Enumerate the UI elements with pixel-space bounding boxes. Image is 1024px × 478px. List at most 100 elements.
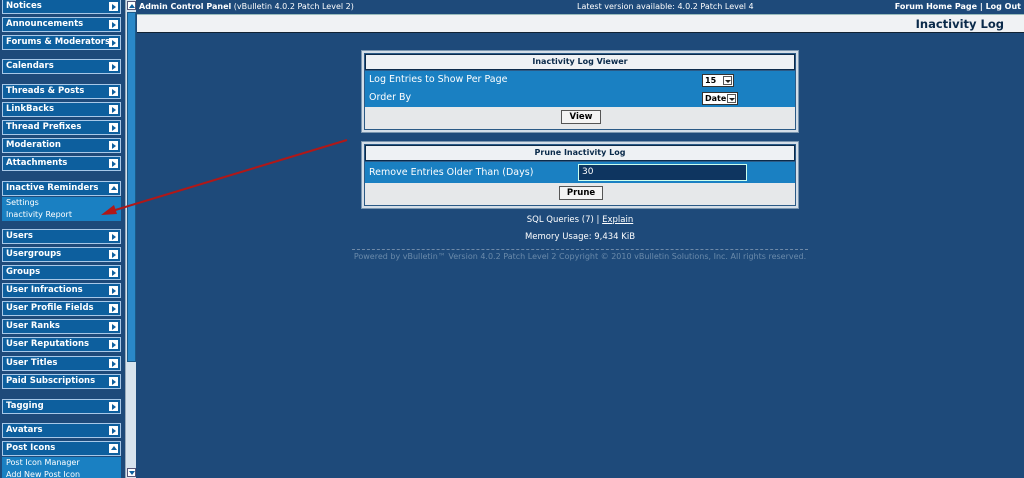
nav-group-label: Announcements xyxy=(6,19,84,29)
nav-group-label: User Reputations xyxy=(6,339,90,349)
nav-group-tagging[interactable]: Tagging xyxy=(2,399,121,414)
chevron-down-icon[interactable] xyxy=(727,94,736,103)
nav-group-label: Tagging xyxy=(6,401,44,411)
link-separator: | xyxy=(979,2,983,11)
expand-icon[interactable] xyxy=(109,402,118,411)
scrollbar-thumb[interactable] xyxy=(127,12,136,362)
nav-group-thread-prefixes[interactable]: Thread Prefixes xyxy=(2,120,121,135)
viewer-panel: Inactivity Log Viewer Log Entries to Sho… xyxy=(361,50,799,133)
nav-group-label: Inactive Reminders xyxy=(6,183,99,193)
nav-group-paid-subscriptions[interactable]: Paid Subscriptions xyxy=(2,374,121,389)
expand-icon[interactable] xyxy=(109,141,118,150)
nav-group-usergroups[interactable]: Usergroups xyxy=(2,247,121,262)
nav-group-label: User Profile Fields xyxy=(6,303,94,313)
nav-group-label: Paid Subscriptions xyxy=(6,376,96,386)
top-bar: Admin Control Panel (vBulletin 4.0.2 Pat… xyxy=(137,0,1024,13)
nav-group-inactive-reminders[interactable]: Inactive Reminders xyxy=(2,181,121,196)
view-button[interactable]: View xyxy=(561,110,601,124)
prune-panel: Prune Inactivity Log Remove Entries Olde… xyxy=(361,141,799,209)
order-select[interactable]: Date xyxy=(702,92,738,105)
scroll-down-icon[interactable] xyxy=(127,468,136,477)
entries-select[interactable]: 15 xyxy=(702,74,734,87)
nav-group-label: Usergroups xyxy=(6,249,62,259)
expand-icon[interactable] xyxy=(109,359,118,368)
days-input[interactable]: 30 xyxy=(578,164,747,181)
nav-group-user-reputations[interactable]: User Reputations xyxy=(2,337,121,352)
nav-group-moderation[interactable]: Moderation xyxy=(2,138,121,153)
nav-group-avatars[interactable]: Avatars xyxy=(2,423,121,438)
expand-icon[interactable] xyxy=(109,62,118,71)
expand-icon[interactable] xyxy=(109,105,118,114)
expand-icon[interactable] xyxy=(109,286,118,295)
logout-link[interactable]: Log Out xyxy=(986,2,1021,11)
expand-icon[interactable] xyxy=(109,322,118,331)
nav-group-announcements[interactable]: Announcements xyxy=(2,17,121,32)
nav-group-user-titles[interactable]: User Titles xyxy=(2,356,121,371)
nav-group-label: Moderation xyxy=(6,140,61,150)
nav-group-label: Attachments xyxy=(6,158,68,168)
page-title: Inactivity Log xyxy=(915,17,1004,31)
nav-group-label: Post Icons xyxy=(6,443,56,453)
nav-item-post-icon-manager[interactable]: Post Icon Manager xyxy=(2,457,121,469)
viewer-panel-title: Inactivity Log Viewer xyxy=(365,54,795,70)
expand-icon[interactable] xyxy=(109,87,118,96)
nav-group-groups[interactable]: Groups xyxy=(2,265,121,280)
nav-group-label: Groups xyxy=(6,267,41,277)
nav-group-forums-moderators[interactable]: Forums & Moderators xyxy=(2,35,121,50)
sql-queries-line: SQL Queries (7) | Explain xyxy=(362,215,798,225)
nav-group-label: User Ranks xyxy=(6,321,60,331)
collapse-icon[interactable] xyxy=(109,444,118,453)
copyright-notice: Powered by vBulletin™ Version 4.0.2 Patc… xyxy=(352,249,808,261)
older-label: Remove Entries Older Than (Days) xyxy=(369,167,534,178)
sql-queries: SQL Queries (7) xyxy=(526,215,594,225)
footer-separator: | xyxy=(596,215,600,225)
expand-icon[interactable] xyxy=(109,159,118,168)
expand-icon[interactable] xyxy=(109,304,118,313)
collapse-icon[interactable] xyxy=(109,184,118,193)
nav-item-settings[interactable]: Settings xyxy=(2,197,121,209)
forum-home-link[interactable]: Forum Home Page xyxy=(895,2,977,11)
nav-group-linkbacks[interactable]: LinkBacks xyxy=(2,102,121,117)
nav-group-label: Thread Prefixes xyxy=(6,122,82,132)
expand-icon[interactable] xyxy=(109,426,118,435)
expand-icon[interactable] xyxy=(109,2,118,11)
chevron-down-icon[interactable] xyxy=(723,76,732,85)
prune-panel-title: Prune Inactivity Log xyxy=(365,145,795,161)
older-row: Remove Entries Older Than (Days) 30 xyxy=(365,162,795,183)
nav-group-user-profile-fields[interactable]: User Profile Fields xyxy=(2,301,121,316)
nav-group-label: LinkBacks xyxy=(6,104,54,114)
expand-icon[interactable] xyxy=(109,232,118,241)
prune-panel-footer: Prune xyxy=(365,183,795,205)
expand-icon[interactable] xyxy=(109,38,118,47)
explain-link[interactable]: Explain xyxy=(602,215,633,225)
header-links: Forum Home Page | Log Out xyxy=(895,0,1021,13)
nav-group-threads-posts[interactable]: Threads & Posts xyxy=(2,84,121,99)
prune-button[interactable]: Prune xyxy=(559,186,603,200)
nav-group-label: Avatars xyxy=(6,425,43,435)
nav-group-users[interactable]: Users xyxy=(2,229,121,244)
expand-icon[interactable] xyxy=(109,123,118,132)
nav-group-user-ranks[interactable]: User Ranks xyxy=(2,319,121,334)
expand-icon[interactable] xyxy=(109,20,118,29)
nav-item-inactivity-report[interactable]: Inactivity Report xyxy=(2,209,121,221)
nav-group-user-infractions[interactable]: User Infractions xyxy=(2,283,121,298)
nav-group-calendars[interactable]: Calendars xyxy=(2,59,121,74)
expand-icon[interactable] xyxy=(109,250,118,259)
sidebar-scrollbar[interactable] xyxy=(125,0,136,478)
nav-group-label: User Infractions xyxy=(6,285,83,295)
memory-usage: Memory Usage: 9,434 KiB xyxy=(524,232,636,242)
viewer-panel-footer: View xyxy=(365,107,795,129)
expand-icon[interactable] xyxy=(109,340,118,349)
nav-group-label: Forums & Moderators xyxy=(6,37,111,47)
nav-group-label: Threads & Posts xyxy=(6,86,85,96)
nav-group-attachments[interactable]: Attachments xyxy=(2,156,121,171)
nav-group-post-icons[interactable]: Post Icons xyxy=(2,441,121,456)
nav-item-add-new-post-icon[interactable]: Add New Post Icon xyxy=(2,469,121,478)
scroll-up-icon[interactable] xyxy=(127,1,136,10)
expand-icon[interactable] xyxy=(109,268,118,277)
order-label: Order By xyxy=(369,92,412,103)
expand-icon[interactable] xyxy=(109,377,118,386)
app-title-area: Admin Control Panel (vBulletin 4.0.2 Pat… xyxy=(139,0,354,13)
arrow-line xyxy=(111,139,348,212)
nav-group-notices[interactable]: Notices xyxy=(2,0,121,14)
